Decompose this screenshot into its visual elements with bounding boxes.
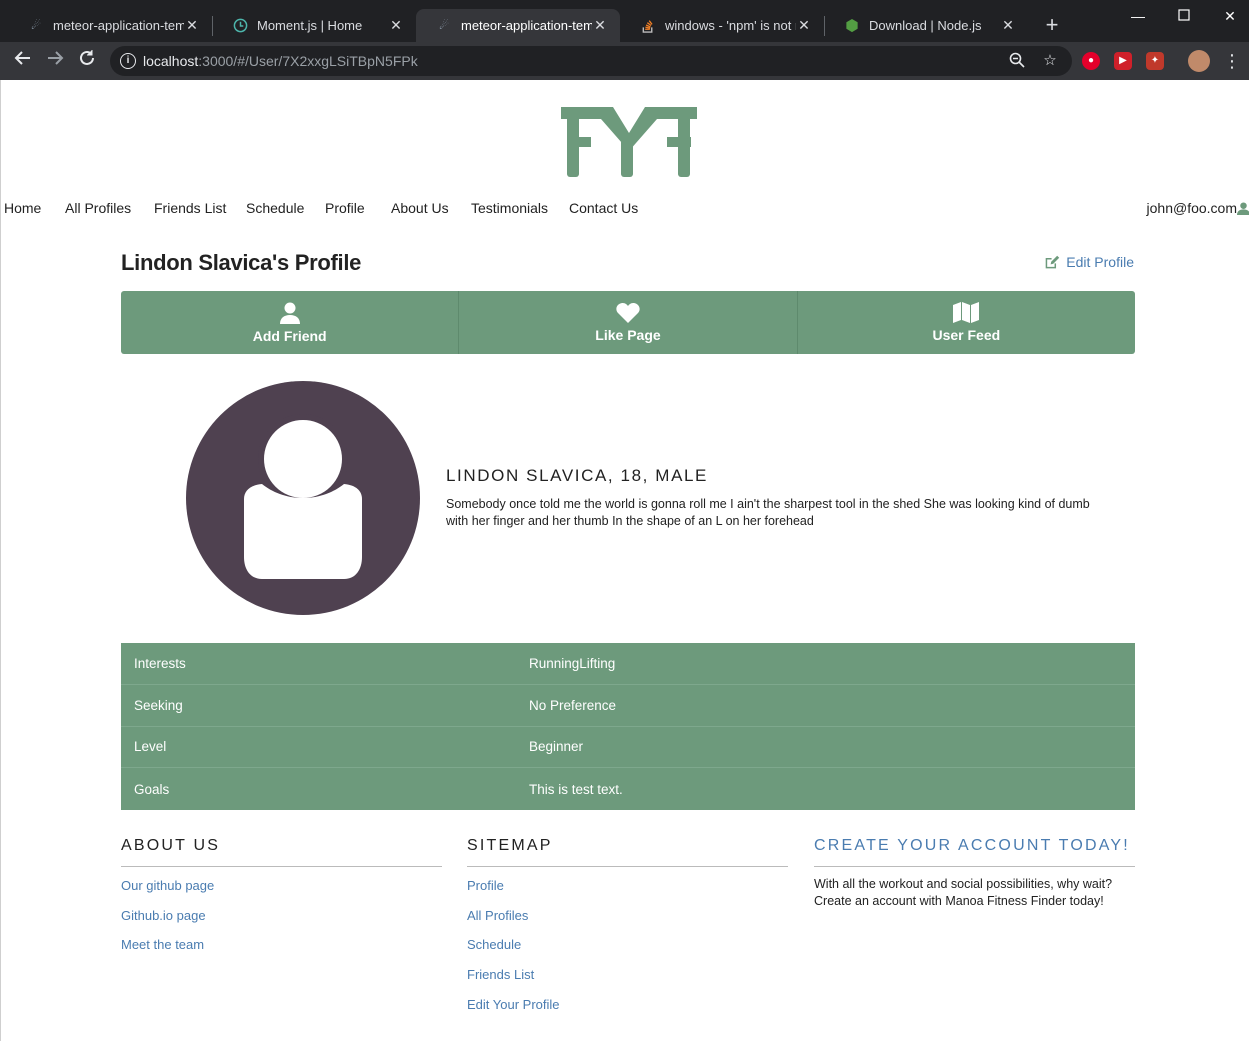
chrome-menu-icon[interactable]: ⋮ (1222, 50, 1242, 72)
detail-label: Interests (134, 655, 186, 671)
user-email: john@foo.com (1146, 200, 1237, 216)
footer-link-profile[interactable]: Profile (467, 876, 788, 906)
maximize-window-button[interactable] (1161, 2, 1207, 30)
browser-tab-active[interactable]: ☄ meteor-application-template ✕ (416, 9, 620, 42)
reload-button[interactable] (75, 49, 99, 73)
forward-button[interactable] (43, 49, 67, 73)
close-tab-icon[interactable]: ✕ (592, 17, 608, 34)
add-friend-button[interactable]: Add Friend (121, 291, 460, 354)
nav-contact-us[interactable]: Contact Us (569, 200, 638, 216)
stackoverflow-icon (640, 18, 656, 34)
close-tab-icon[interactable]: ✕ (1000, 17, 1016, 34)
footer-link-edit-profile[interactable]: Edit Your Profile (467, 995, 788, 1025)
minimize-window-button[interactable]: — (1115, 2, 1161, 30)
arrow-right-icon (48, 51, 64, 65)
site-info-icon[interactable]: i (120, 53, 136, 69)
user-icon (279, 302, 300, 324)
profile-avatar (186, 381, 420, 615)
url-text[interactable]: localhost:3000/#/User/7X2xxgLSiTBpN5FPk (143, 53, 418, 69)
footer-link-friends-list[interactable]: Friends List (467, 965, 788, 995)
web-page: Home All Profiles Friends List Schedule … (0, 80, 1249, 1041)
table-row: Interests RunningLifting (121, 643, 1135, 685)
nav-all-profiles[interactable]: All Profiles (65, 200, 131, 216)
footer-link-all-profiles[interactable]: All Profiles (467, 906, 788, 936)
user-menu[interactable]: john@foo.com (1147, 200, 1249, 216)
footer-heading: SITEMAP (467, 837, 788, 867)
chrome-profile-avatar[interactable] (1188, 50, 1210, 72)
extension-icon[interactable]: ✦ (1146, 52, 1164, 70)
address-bar[interactable]: i localhost:3000/#/User/7X2xxgLSiTBpN5FP… (110, 46, 1072, 76)
nav-profile[interactable]: Profile (325, 200, 365, 216)
browser-tab[interactable]: Moment.js | Home ✕ (212, 9, 416, 42)
footer-cta-text: With all the workout and social possibil… (814, 877, 1113, 908)
nav-friends-list[interactable]: Friends List (154, 200, 226, 216)
extension-icon[interactable]: ● (1082, 52, 1100, 70)
footer-cta-column: CREATE YOUR ACCOUNT TODAY! With all the … (814, 837, 1135, 910)
extension-icon[interactable]: ▶ (1114, 52, 1132, 70)
edit-icon (1045, 255, 1060, 269)
back-button[interactable] (11, 49, 35, 73)
table-row: Seeking No Preference (121, 685, 1135, 727)
nav-home[interactable]: Home (4, 200, 41, 216)
user-icon (1237, 201, 1249, 215)
heart-icon (616, 302, 640, 323)
footer-link-github-io[interactable]: Github.io page (121, 906, 442, 936)
maximize-icon (1178, 9, 1190, 21)
browser-tab[interactable]: windows - 'npm' is not recognized ✕ (620, 9, 824, 42)
footer-cta-heading[interactable]: CREATE YOUR ACCOUNT TODAY! (814, 837, 1135, 867)
like-page-button[interactable]: Like Page (459, 291, 798, 354)
meteor-icon: ☄ (439, 20, 449, 32)
close-tab-icon[interactable]: ✕ (388, 17, 404, 34)
detail-value: Beginner (529, 739, 584, 755)
detail-value: This is test text. (529, 781, 623, 797)
table-row: Goals This is test text. (121, 768, 1135, 810)
footer-link-schedule[interactable]: Schedule (467, 935, 788, 965)
site-logo[interactable] (559, 104, 699, 180)
close-tab-icon[interactable]: ✕ (184, 17, 200, 34)
zoom-icon[interactable] (1008, 52, 1026, 70)
map-icon (953, 302, 980, 323)
reload-icon (80, 50, 94, 65)
profile-details-table: Interests RunningLifting Seeking No Pref… (121, 643, 1135, 810)
arrow-left-icon (14, 51, 30, 65)
close-window-button[interactable]: ✕ (1207, 2, 1249, 30)
main-navigation: Home All Profiles Friends List Schedule … (1, 200, 1249, 220)
detail-label: Goals (134, 781, 170, 797)
detail-label: Level (134, 739, 167, 755)
browser-tab[interactable]: ☄ meteor-application-template ✕ (8, 9, 212, 42)
table-row: Level Beginner (121, 727, 1135, 769)
footer-about-column: ABOUT US Our github page Github.io page … (121, 837, 442, 965)
nav-schedule[interactable]: Schedule (246, 200, 304, 216)
browser-tab-strip: ☄ meteor-application-template ✕ Moment.j… (0, 0, 1249, 42)
edit-profile-link[interactable]: Edit Profile (1045, 254, 1134, 270)
nav-testimonials[interactable]: Testimonials (471, 200, 548, 216)
bookmark-star-icon[interactable]: ☆ (1041, 52, 1059, 70)
nodejs-icon (844, 18, 860, 34)
profile-name-line: LINDON SLAVICA, 18, MALE (446, 466, 708, 485)
footer-sitemap-column: SITEMAP Profile All Profiles Schedule Fr… (467, 837, 788, 1024)
footer-heading: ABOUT US (121, 837, 442, 867)
clock-icon (232, 18, 248, 34)
profile-bio: Somebody once told me the world is gonna… (446, 497, 1090, 528)
footer-link-meet-team[interactable]: Meet the team (121, 935, 442, 965)
detail-value: RunningLifting (529, 655, 616, 671)
user-feed-button[interactable]: User Feed (798, 291, 1135, 354)
detail-label: Seeking (134, 697, 183, 713)
footer-link-github[interactable]: Our github page (121, 876, 442, 906)
new-tab-button[interactable]: + (1041, 13, 1063, 39)
browser-toolbar: i localhost:3000/#/User/7X2xxgLSiTBpN5FP… (0, 42, 1249, 80)
page-title: Lindon Slavica's Profile (121, 250, 362, 275)
nav-about-us[interactable]: About Us (391, 200, 449, 216)
profile-action-bar: Add Friend Like Page User Feed (121, 291, 1135, 354)
close-tab-icon[interactable]: ✕ (796, 17, 812, 34)
browser-tab[interactable]: Download | Node.js ✕ (824, 9, 1028, 42)
meteor-icon: ☄ (31, 20, 41, 32)
detail-value: No Preference (529, 697, 617, 713)
